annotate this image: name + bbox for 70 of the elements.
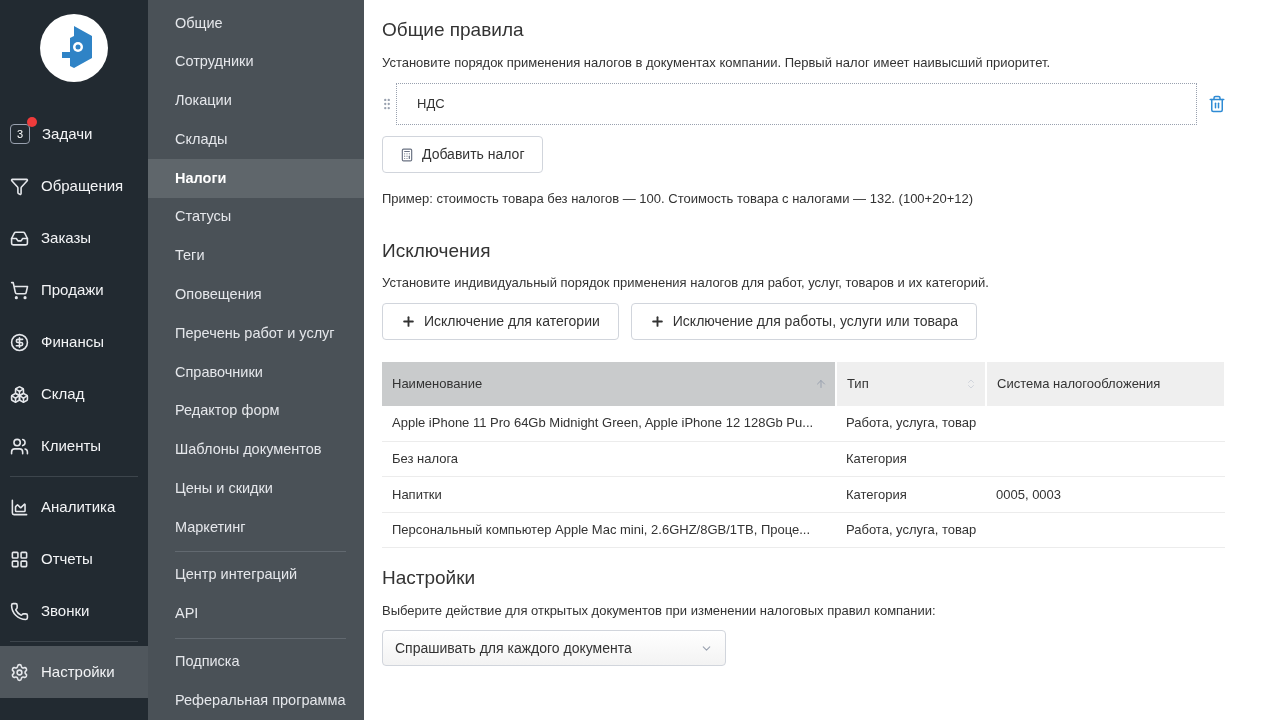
table-cell: Работа, услуга, товар <box>836 512 986 548</box>
nav-item[interactable]: Продажи <box>0 264 148 316</box>
settings-menu-item[interactable]: Перечень работ и услуг <box>148 314 364 354</box>
section-title: Исключения <box>382 238 492 263</box>
settings-menu-item[interactable]: Теги <box>148 236 364 276</box>
plus-icon <box>401 313 416 329</box>
users-icon <box>10 436 29 456</box>
settings-menu-item[interactable]: Центр интеграций <box>148 555 364 595</box>
nav-item[interactable]: Финансы <box>0 316 148 368</box>
settings-menu-item[interactable]: Статусы <box>148 197 364 237</box>
settings-menu-item[interactable]: Склады <box>148 120 364 160</box>
settings-menu-item[interactable]: Редактор форм <box>148 391 364 431</box>
table-cell: Без налога <box>382 441 836 477</box>
add-exception-button[interactable]: Исключение для работы, услуги или товара <box>630 302 978 340</box>
table-cell: Категория <box>836 441 986 477</box>
settings-menu-item[interactable]: Локации <box>148 81 364 121</box>
column-header[interactable]: Наименование <box>382 361 836 406</box>
plus-icon <box>649 313 665 329</box>
logo-icon <box>40 14 108 82</box>
table-cell: Apple iPhone 11 Pro 64Gb Midnight Green, Apple iPhone 12 128Gb Pu... <box>382 405 836 441</box>
action-select[interactable]: Спрашивать для каждого документа <box>382 630 726 666</box>
nav-item[interactable]: Настройки <box>0 646 148 698</box>
settings-menu-item[interactable]: Подписка <box>148 642 364 682</box>
cart-icon <box>10 280 29 300</box>
section-description: Выберите действие для открытых документов при изменении налоговых правил компании: <box>382 601 937 620</box>
add-tax-button[interactable]: Добавить налог <box>382 136 543 173</box>
tax-row[interactable]: НДС <box>396 83 1197 125</box>
nav-item[interactable]: Аналитика <box>0 481 148 533</box>
section-title: Настройки <box>382 566 477 590</box>
phone-icon <box>10 601 29 621</box>
column-header[interactable]: Тип <box>836 361 986 406</box>
table-cell: Напитки <box>382 476 836 512</box>
settings-icon <box>10 662 29 682</box>
boxes-icon <box>10 384 29 404</box>
nav-item[interactable]: Склад <box>0 368 148 420</box>
dollar-icon <box>10 332 29 352</box>
settings-menu-item[interactable]: Оповещения <box>148 275 364 315</box>
calculator-icon <box>400 147 414 162</box>
add-exception-button[interactable]: Исключение для категории <box>382 302 619 340</box>
section-title: Общие правила <box>382 18 525 42</box>
settings-menu-item[interactable]: Общие <box>148 4 364 43</box>
settings-menu-item[interactable]: Налоги <box>148 159 364 198</box>
section-description: Установите индивидуальный порядок применения налогов для работ, услуг, товаров и их категорий. <box>382 274 990 292</box>
nav-item[interactable]: Звонки <box>0 585 148 637</box>
settings-menu-item[interactable]: Шаблоны документов <box>148 430 364 470</box>
grid-icon <box>10 549 29 569</box>
settings-menu-item[interactable]: Справочники <box>148 353 364 392</box>
nav-item[interactable]: Обращения <box>0 160 148 212</box>
settings-menu-item[interactable]: Сотрудники <box>148 42 364 82</box>
table-cell: Работа, услуга, товар <box>836 405 986 441</box>
nav-item[interactable]: 3 Задачи <box>0 108 148 160</box>
sort-icon <box>965 377 977 390</box>
area-chart-icon <box>10 497 29 517</box>
example-text: Пример: стоимость товара без налогов — 100. Стоимость товара с налогами — 132. (100+20+12) <box>382 190 975 208</box>
table-cell: Категория <box>836 476 986 512</box>
settings-menu-item[interactable]: Реферальная программа <box>148 681 364 720</box>
settings-menu-item[interactable]: Цены и скидки <box>148 469 364 509</box>
settings-menu-item[interactable]: API <box>148 594 364 634</box>
nav-item[interactable]: Заказы <box>0 212 148 264</box>
nav-item[interactable]: Отчеты <box>0 533 148 585</box>
section-description: Установите порядок применения налогов в документах компании. Первый налог имеет наивысший приоритет. <box>382 53 1052 72</box>
sort-up-icon <box>815 377 827 390</box>
column-header: Система налогообложения <box>986 361 1225 406</box>
table-cell: Персональный компьютер Apple Mac mini, 2.6GHZ/8GB/1TB, Проце... <box>382 512 836 548</box>
filter-icon <box>10 176 29 196</box>
inbox-icon <box>10 228 29 248</box>
delete-icon[interactable] <box>1208 95 1226 113</box>
table-cell: 0005, 0003 <box>986 476 1225 512</box>
settings-menu-item[interactable]: Маркетинг <box>148 508 364 547</box>
nav-item[interactable]: Клиенты <box>0 420 148 472</box>
